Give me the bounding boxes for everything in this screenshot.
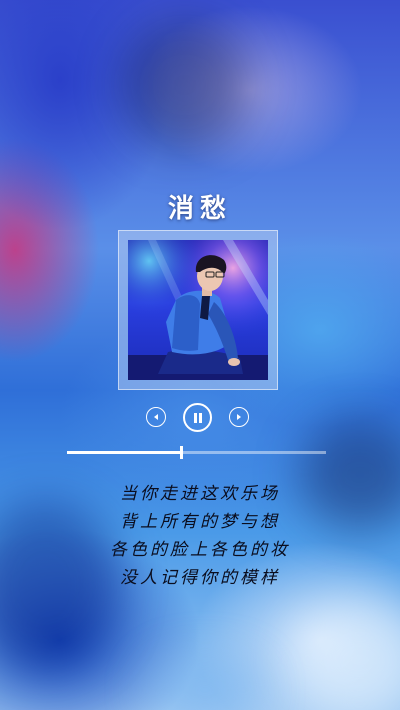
progress-bar[interactable]: [67, 446, 326, 459]
lyric-line: 当你走进这欢乐场: [120, 484, 280, 504]
background-blur: [120, 20, 250, 150]
next-track-button[interactable]: [229, 407, 249, 427]
background-blur: [290, 600, 400, 710]
progress-handle[interactable]: [179, 446, 183, 459]
album-cover-image: [128, 240, 268, 380]
pause-icon: [193, 412, 202, 423]
previous-track-button[interactable]: [146, 407, 166, 427]
song-title: 消愁: [167, 194, 232, 224]
lyric-line: 没人记得你的模样: [120, 568, 280, 588]
lyric-line: 背上所有的梦与想: [120, 512, 280, 532]
background-blur: [150, 660, 260, 710]
play-pause-button[interactable]: [183, 403, 212, 432]
progress-fill: [67, 451, 181, 454]
player-screen: 消愁 当你走进这欢乐场 背上所有的梦与想 各色的脸上各色的妆 没人记得你的模样: [0, 0, 400, 710]
lyric-line: 各色的脸上各色的妆: [110, 540, 290, 560]
lyrics-panel: 当你走进这欢乐场 背上所有的梦与想 各色的脸上各色的妆 没人记得你的模样: [0, 480, 400, 592]
playback-controls: [0, 401, 400, 433]
previous-track-icon: [154, 414, 158, 420]
album-cover-frame: [118, 230, 278, 390]
next-track-icon: [237, 414, 241, 420]
